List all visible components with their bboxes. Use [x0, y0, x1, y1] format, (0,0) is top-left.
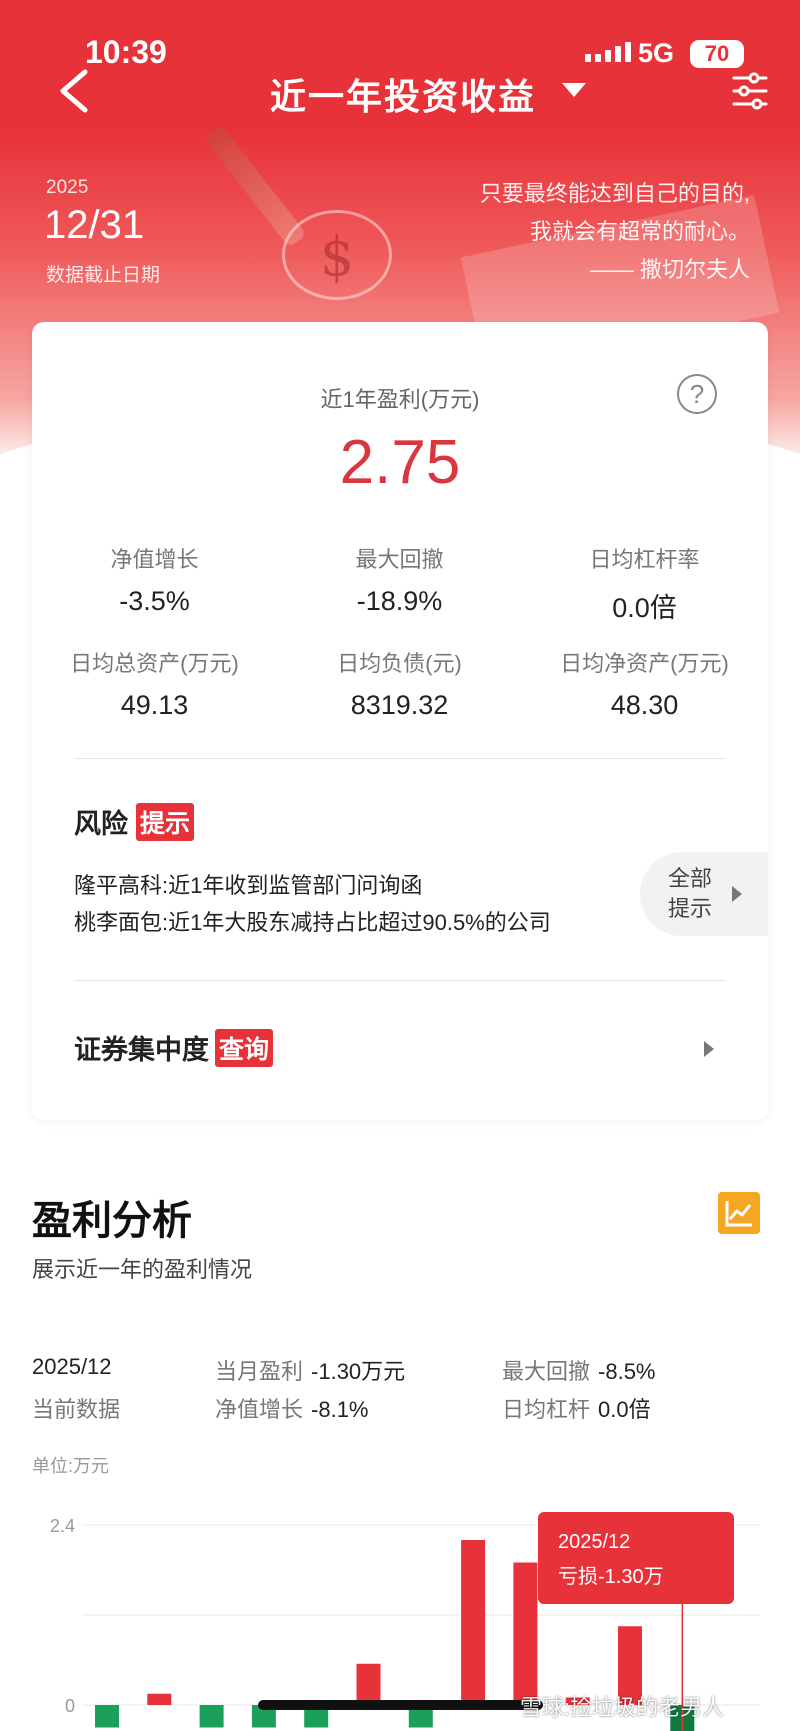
quote-author: —— 撒切尔夫人 [589, 257, 750, 282]
stat-label: 日均净资产(万元) [560, 651, 729, 676]
chart-bar [461, 1540, 486, 1705]
summary-key: 最大回撤 [502, 1359, 591, 1384]
stat-value: 49.13 [120, 690, 189, 720]
quote-line: 只要最终能达到自己的目的, [479, 181, 750, 206]
summary-month: 2025/12 [32, 1354, 112, 1379]
summary-value: -8.5% [598, 1359, 656, 1384]
summary-value: 0.0倍 [598, 1397, 651, 1422]
concentration-title: 证券集中度 [74, 1035, 209, 1065]
analysis-subtitle: 展示近一年的盈利情况 [32, 1257, 253, 1282]
summary-value: -8.1% [311, 1397, 369, 1422]
page-title[interactable]: 近一年投资收益 [270, 68, 536, 120]
stat-value: 8319.32 [350, 690, 449, 720]
stat-leverage: 日均杠杆率 0.0倍 [522, 542, 767, 625]
line-chart-icon[interactable] [718, 1192, 760, 1234]
risk-tag: 提示 [136, 802, 195, 841]
stat-value: -18.9% [356, 586, 443, 616]
chevron-right-icon [732, 886, 742, 902]
filter-settings-icon[interactable] [730, 70, 770, 112]
stat-label: 日均总资产(万元) [70, 651, 239, 676]
stat-nav-growth: 净值增长 -3.5% [32, 542, 277, 617]
unit-label: 单位:万元 [32, 1456, 110, 1476]
concentration-tag: 查询 [215, 1028, 274, 1067]
summary-drawdown: 最大回撤 -8.5% [502, 1354, 656, 1386]
tooltip-date: 2025/12 [558, 1531, 630, 1553]
chart-bar [95, 1705, 119, 1728]
summary-value: -1.30万元 [311, 1359, 406, 1384]
divider [74, 758, 726, 759]
tooltip-box [538, 1512, 734, 1604]
summary-current: 当前数据 [32, 1397, 121, 1422]
chart-bar [513, 1562, 538, 1705]
stat-value: -3.5% [119, 586, 190, 616]
home-indicator [258, 1700, 543, 1710]
summary-leverage: 日均杠杆 0.0倍 [502, 1392, 651, 1424]
quote-line: 我就会有超常的耐心。 [529, 219, 750, 244]
all-risk-hints-button[interactable]: 全部 提示 [640, 852, 768, 936]
stat-label: 净值增长 [110, 547, 199, 572]
nav-bar: 近一年投资收益 [0, 60, 800, 120]
y-tick-label: 0 [65, 1696, 75, 1716]
stat-label: 日均负债(元) [337, 651, 462, 676]
tooltip-text: 亏损-1.30万 [558, 1565, 664, 1588]
risk-stock-name: 桃李面包: [74, 910, 169, 935]
stat-label: 最大回撤 [355, 547, 444, 572]
risk-text: 近1年收到监管部门问询函 [168, 873, 423, 898]
stat-total-assets: 日均总资产(万元) 49.13 [32, 646, 277, 721]
concentration-row[interactable]: 证券集中度 查询 [74, 1028, 274, 1067]
stat-value: 0.0倍 [612, 593, 677, 623]
summary-key: 日均杠杆 [502, 1397, 591, 1422]
signal-icon [585, 42, 631, 62]
stat-value: 48.30 [610, 690, 679, 720]
stat-net-assets: 日均净资产(万元) 48.30 [522, 646, 767, 721]
summary-key: 当月盈利 [215, 1359, 304, 1384]
all-hints-label: 提示 [668, 896, 713, 921]
summary-nav-growth: 净值增长 -8.1% [215, 1392, 369, 1424]
summary-key: 净值增长 [215, 1397, 304, 1422]
risk-text: 近1年大股东减持占比超过90.5%的公司 [168, 910, 551, 935]
stat-liabilities: 日均负债(元) 8319.32 [277, 646, 522, 721]
stat-max-drawdown: 最大回撤 -18.9% [277, 542, 522, 617]
chevron-right-icon[interactable] [704, 1041, 714, 1057]
risk-title: 风险 [74, 809, 128, 839]
risk-item[interactable]: 隆平高科:近1年收到监管部门问询函 [74, 867, 551, 904]
summary-month-profit: 当月盈利 -1.30万元 [215, 1354, 405, 1386]
chart-bar [356, 1663, 381, 1705]
stat-label: 日均杠杆率 [589, 547, 700, 572]
y-tick-label: 2.4 [50, 1516, 75, 1536]
cutoff-date: 12/31 [44, 203, 145, 247]
analysis-title: 盈利分析 [32, 1199, 192, 1243]
divider [74, 980, 726, 981]
cutoff-year: 2025 [46, 177, 89, 198]
profit-summary-card: 近1年盈利(万元) ? 2.75 净值增长 -3.5% 最大回撤 -18.9% … [32, 322, 768, 1120]
chart-bar [199, 1705, 224, 1728]
risk-item[interactable]: 桃李面包:近1年大股东减持占比超过90.5%的公司 [74, 904, 551, 941]
risk-list: 隆平高科:近1年收到监管部门问询函 桃李面包:近1年大股东减持占比超过90.5%… [74, 867, 551, 941]
help-icon[interactable]: ? [677, 374, 717, 414]
cutoff-date-label: 数据截止日期 [46, 265, 161, 286]
chart-bar [147, 1693, 172, 1705]
all-hints-label: 全部 [668, 866, 713, 891]
profit-label: 近1年盈利(万元) [320, 387, 480, 412]
risk-section-title: 风险 提示 [74, 802, 195, 841]
caret-down-icon[interactable] [560, 80, 588, 100]
dollar-icon: $ [282, 210, 392, 300]
risk-stock-name: 隆平高科: [74, 873, 169, 898]
back-icon[interactable] [55, 68, 95, 114]
watermark: 雪球:捡垃圾的老男人 [520, 1695, 725, 1720]
quote: 只要最终能达到自己的目的, 我就会有超常的耐心。 —— 撒切尔夫人 [480, 175, 750, 289]
profit-value: 2.75 [339, 428, 461, 497]
